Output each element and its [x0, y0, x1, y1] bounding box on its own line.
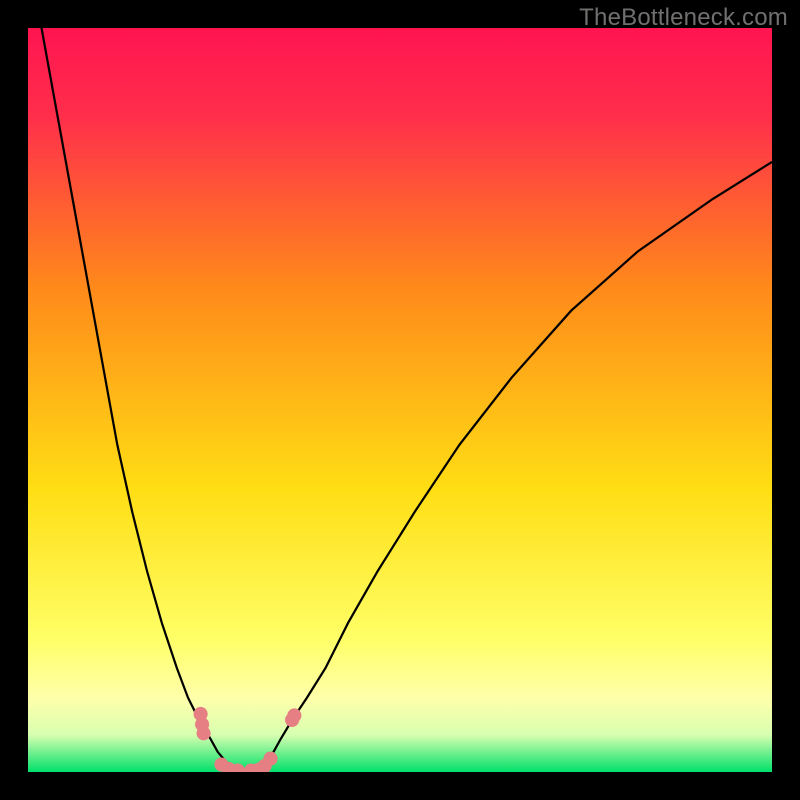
plot-area — [28, 28, 772, 772]
figure-canvas: TheBottleneck.com — [0, 0, 800, 800]
curve-layer — [28, 28, 772, 772]
data-marker — [264, 752, 277, 765]
right-curve — [259, 162, 772, 771]
data-marker — [197, 727, 210, 740]
left-curve — [28, 28, 236, 771]
watermark-text: TheBottleneck.com — [579, 4, 788, 32]
data-marker — [288, 709, 301, 722]
